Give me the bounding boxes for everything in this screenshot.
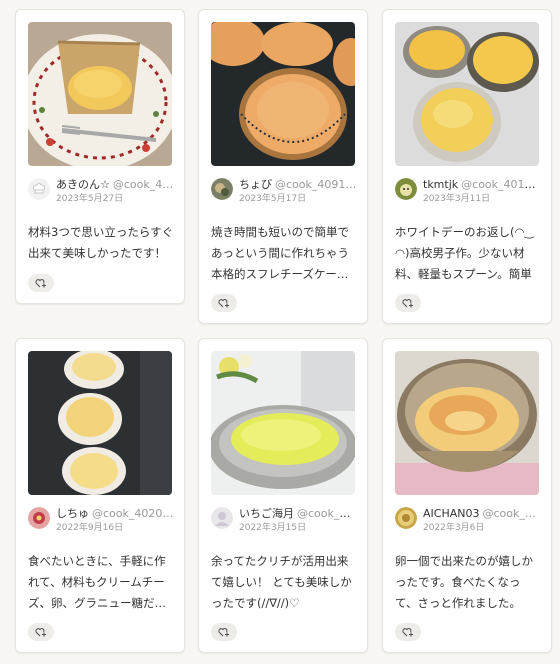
heart-plus-icon: [35, 279, 46, 288]
author-handle: @cook_4…: [297, 507, 357, 520]
comment-text: 余ってたクリチが活用出来て嬉しい！ とても美味しかったです(//∇//)♡: [211, 554, 352, 610]
post-date: 2023年5月27日: [56, 194, 124, 204]
like-button[interactable]: [395, 294, 421, 312]
user-avatar-icon: [395, 507, 417, 529]
author[interactable]: いちご海月 @cook_4… 2022年3月15日: [211, 507, 357, 533]
author-name: あきのん☆: [56, 178, 110, 191]
ramekins-photo[interactable]: [28, 351, 172, 495]
author-handle: @cook_4020…: [92, 507, 174, 520]
like-button[interactable]: [211, 294, 237, 312]
like-button[interactable]: [395, 623, 421, 641]
souffle-cheesecakes-photo[interactable]: [211, 22, 355, 166]
like-button[interactable]: [28, 623, 54, 641]
bowl-souffle-photo[interactable]: [395, 351, 539, 495]
cheesecake-cup-photo[interactable]: [28, 22, 172, 166]
cooksnap-card[interactable]: あきのん☆ @cook_4… 2023年5月27日 材料3つで思い立ったらすぐ出来…: [15, 9, 185, 304]
post-date: 2023年5月17日: [239, 194, 307, 204]
heart-plus-icon: [218, 628, 229, 637]
comment-text: 焼き時間も短いので簡単であっという間に作れちゃう本格的スフレチーズケー…: [211, 225, 349, 281]
heart-plus-icon: [402, 628, 413, 637]
author[interactable]: あきのん☆ @cook_4… 2023年5月27日: [28, 178, 174, 204]
chef-hat-icon: [28, 178, 50, 200]
cooksnap-card[interactable]: AICHAN03 @cook_… 2022年3月6日 卵一個で出来たのが嬉しかった…: [382, 338, 552, 653]
author-handle: @cook_4091…: [275, 178, 357, 191]
baked-cups-photo[interactable]: [395, 22, 539, 166]
author-name: ちょび: [239, 178, 272, 191]
comment-text: 食べたいときに、手軽に作れて、材料もクリームチーズ、卵、グラニュー糖だ…: [28, 554, 166, 610]
author-name: しちゅ: [56, 507, 89, 520]
user-avatar-icon: [211, 507, 233, 529]
heart-plus-icon: [218, 299, 229, 308]
cooksnap-card[interactable]: しちゅ @cook_4020… 2022年9月16日 食べたいときに、手軽に作れて…: [15, 338, 185, 653]
post-date: 2022年3月6日: [423, 523, 485, 533]
user-avatar-icon: [28, 507, 50, 529]
author-handle: @cook_4…: [112, 178, 174, 191]
author-handle: @cook_4010…: [461, 178, 541, 191]
comment-text: ホワイトデーのお返し(◠‿◠)高校男子作。少ない材料、軽量もスプーン。簡単で…: [395, 225, 534, 281]
like-button[interactable]: [211, 623, 237, 641]
comment-text: 卵一個で出来たのが嬉しかったです。食べたくなって、さっと作れました。: [395, 554, 533, 610]
author-name: いちご海月: [239, 507, 294, 520]
author-handle: @cook_…: [482, 507, 536, 520]
author[interactable]: tkmtjk @cook_4010… 2023年3月11日: [395, 178, 541, 204]
cooksnap-card[interactable]: いちご海月 @cook_4… 2022年3月15日 余ってたクリチが活用出来て嬉し…: [198, 338, 368, 653]
post-date: 2022年3月15日: [239, 523, 307, 533]
comment-text: 材料3つで思い立ったらすぐ出来て美味しかったです！: [28, 225, 174, 260]
author-name: tkmtjk: [423, 178, 459, 191]
heart-plus-icon: [35, 628, 46, 637]
like-button[interactable]: [28, 274, 54, 292]
gratin-dish-photo[interactable]: [211, 351, 355, 495]
cooksnap-card[interactable]: tkmtjk @cook_4010… 2023年3月11日 ホワイトデーのお返し(…: [382, 9, 552, 324]
heart-plus-icon: [402, 299, 413, 308]
cooksnap-card[interactable]: ちょび @cook_4091… 2023年5月17日 焼き時間も短いので簡単であっ…: [198, 9, 368, 324]
author[interactable]: しちゅ @cook_4020… 2022年9月16日: [28, 507, 174, 533]
post-date: 2022年9月16日: [56, 523, 124, 533]
author-name: AICHAN03: [423, 507, 480, 520]
user-avatar-icon: [395, 178, 417, 200]
author[interactable]: AICHAN03 @cook_… 2022年3月6日: [395, 507, 541, 533]
author[interactable]: ちょび @cook_4091… 2023年5月17日: [211, 178, 357, 204]
cooksnap-grid: あきのん☆ @cook_4… 2023年5月27日 材料3つで思い立ったらすぐ出来…: [0, 0, 560, 664]
post-date: 2023年3月11日: [423, 194, 491, 204]
user-avatar-icon: [211, 178, 233, 200]
